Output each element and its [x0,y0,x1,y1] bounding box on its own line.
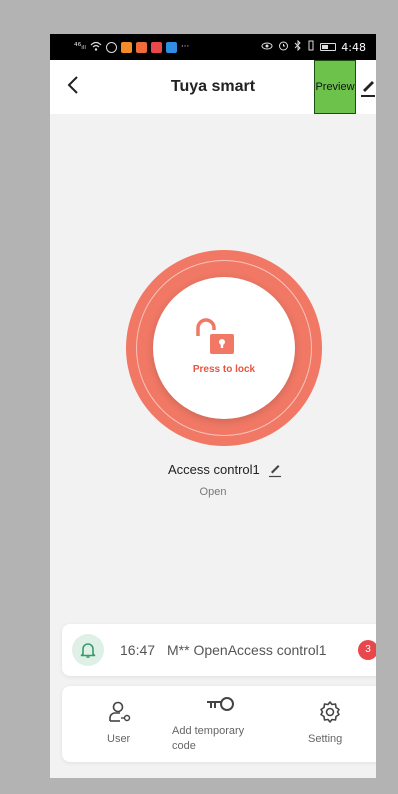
log-time: 16:47 [120,642,156,658]
key-icon [207,697,234,711]
eye-comfort-icon [261,41,273,54]
edit-device-button[interactable] [360,76,376,98]
alarm-icon [278,40,289,54]
user-key-icon [109,701,131,722]
status-bar-right: 4:48 [261,39,366,54]
bell-icon [80,643,96,658]
pencil-icon [269,465,281,478]
status-bar-left: ⁴⁶ᵢₗₗ ··· [74,41,189,54]
screenshot-frame: ⁴⁶ᵢₗₗ ··· 4:48 Tuya smart Preview Press … [14,6,386,794]
unread-count-badge: 3 [358,640,376,660]
bluetooth-icon [294,39,302,54]
phone-screen: ⁴⁶ᵢₗₗ ··· 4:48 Tuya smart Preview Press … [50,34,376,778]
add-temporary-code-button[interactable]: Add temporary code [170,686,270,762]
wifi-icon [90,41,102,54]
app-notification-icon [120,41,132,53]
unlocked-padlock-icon [196,318,234,354]
app-notification-icon [135,41,147,53]
user-label: User [107,733,131,745]
lock-status: Open [199,486,227,498]
log-message: M** OpenAccess control1 [167,642,327,658]
app-notification-icon [165,41,177,53]
pencil-icon [361,81,375,97]
app-notification-icon [150,41,162,53]
bell-icon-badge [72,634,104,666]
navigation-bar: Tuya smart Preview [50,60,376,114]
rename-device-button[interactable] [268,462,282,478]
setting-button[interactable]: Setting [298,686,362,762]
latest-log-entry[interactable]: 16:47 M** OpenAccess control1 3 [62,624,376,676]
setting-label: Setting [308,733,343,745]
device-name: Access control1 [168,462,260,477]
lock-action-label: Press to lock [192,364,256,375]
clock-time: 4:48 [341,40,366,54]
gear-icon [320,701,340,723]
user-button[interactable]: User [88,686,148,762]
status-bar: ⁴⁶ᵢₗₗ ··· 4:48 [50,34,376,60]
preview-button[interactable]: Preview [314,60,356,114]
battery-icon [320,43,337,51]
vibrate-icon [307,40,315,54]
bottom-toolbar: User Add temporary code Setting [62,686,376,762]
signal-indicator: ⁴⁶ᵢₗₗ [74,42,86,52]
more-notifications-indicator: ··· [180,42,190,52]
app-notification-icon [105,41,117,53]
add-temporary-code-label: Add temporary code [172,725,245,752]
